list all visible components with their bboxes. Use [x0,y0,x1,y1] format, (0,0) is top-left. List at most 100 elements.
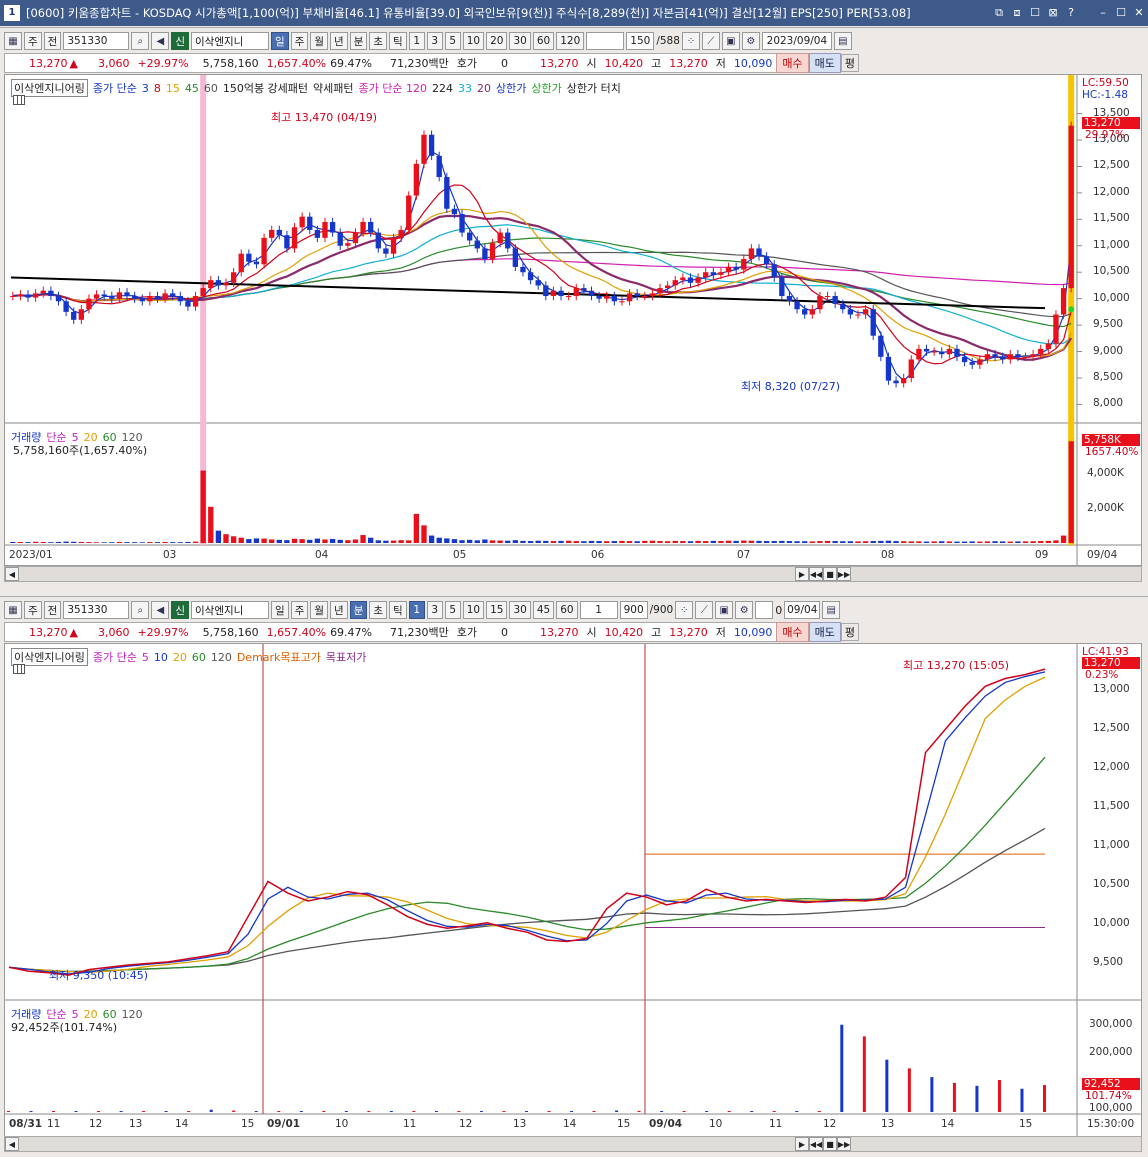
stop-icon[interactable]: ■ [823,567,837,581]
minute-price-chart[interactable]: 이삭엔지니어링 종가 단순 5 10 20 60 120 Demark목표고가 … [4,643,1142,1138]
period-month-2[interactable]: 월 [310,601,329,619]
full-button[interactable]: 전 [43,32,62,50]
daily-price-chart[interactable]: 이삭엔지니어링 종가 단순 3 8 15 45 60 150억봉 강세패턴 약세… [4,74,1142,566]
full-button-2[interactable]: 전 [43,601,62,619]
flat-button[interactable]: 평 [840,54,859,72]
volume-bar [131,542,138,543]
maximize-icon[interactable]: ☐ [1112,5,1130,21]
restore-window-icon[interactable]: ☐ [1026,5,1044,21]
period-day-2[interactable]: 일 [271,601,289,619]
stop-icon-2[interactable]: ■ [823,1137,837,1151]
date-input-2[interactable]: 09/04 [784,601,821,619]
period-minute[interactable]: 분 [349,32,368,50]
sell-button-2[interactable]: 매도 [808,622,841,642]
stock-code-input-2[interactable]: 351330 [63,601,130,619]
min-num-10[interactable]: 10 [462,601,485,619]
volume-bar [284,540,290,543]
minute-scrollbar[interactable]: ◀ ▶ ◀◀ ■ ▶▶ [4,1136,1142,1152]
play-forward-icon-2[interactable]: ▶▶ [837,1137,851,1151]
min-num-5[interactable]: 5 [444,601,461,619]
daily-scrollbar[interactable]: ◀ ▶ ◀◀ ■ ▶▶ [4,566,1142,582]
date-input[interactable]: 2023/09/04 [761,32,832,50]
type-select[interactable]: 주 [24,32,42,50]
period-year-2[interactable]: 년 [330,601,348,619]
num-120[interactable]: 120 [556,32,585,50]
help-icon[interactable]: ? [1062,5,1080,21]
num-10[interactable]: 10 [462,32,485,50]
scroll-left-icon[interactable]: ◀ [5,567,19,581]
num-60[interactable]: 60 [532,32,555,50]
calendar-icon-2[interactable]: ▤ [822,601,841,619]
num-20[interactable]: 20 [486,32,508,50]
scroll-left-icon-2[interactable]: ◀ [5,1137,19,1151]
minimize-icon[interactable]: – [1094,5,1112,21]
period-week-2[interactable]: 주 [290,601,309,619]
num-30[interactable]: 30 [509,32,531,50]
type-select-2[interactable]: 주 [24,601,42,619]
link-window-icon[interactable]: ⧉ [990,5,1008,21]
min-num-3[interactable]: 3 [426,601,443,619]
draw-tool-icon-2[interactable]: ⁘ [675,601,694,619]
buy-button[interactable]: 매수 [776,53,809,73]
scroll-right-icon-2[interactable]: ▶ [795,1137,809,1151]
bar-count-input[interactable]: 150 [626,32,655,50]
indicator-icon-2[interactable]: ⟋ [695,601,714,619]
buy-button-2[interactable]: 매수 [776,622,809,642]
volume-bar [1043,1085,1046,1112]
calendar-icon[interactable]: ▤ [833,32,852,50]
save-icon[interactable]: ▣ [721,32,740,50]
custom-period-input[interactable] [586,32,625,50]
volume-bar [649,540,656,543]
period-tick-2[interactable]: 틱 [389,601,407,619]
volume-bar [434,1111,438,1112]
save-icon-2[interactable]: ▣ [715,601,734,619]
period-second[interactable]: 초 [369,32,388,50]
scroll-right-icon[interactable]: ▶ [795,567,809,581]
candle-body [32,293,39,298]
legend-ma33: 33 [458,81,472,95]
period-day[interactable]: 일 [271,32,289,50]
grid-toggle-icon[interactable] [13,95,25,105]
chart-menu-icon-2[interactable]: ▦ [4,601,22,619]
num-3[interactable]: 3 [426,32,443,50]
num-5[interactable]: 5 [444,32,461,50]
min-num-45[interactable]: 45 [532,601,555,619]
volume-bar [908,541,914,543]
legend-ma60-2: 60 [191,650,206,664]
period-minute-2[interactable]: 분 [349,601,368,619]
min-num-15[interactable]: 15 [486,601,508,619]
play-back-icon[interactable]: ◀◀ [809,567,823,581]
search-icon-2[interactable]: ⌕ [131,601,150,619]
period-month[interactable]: 월 [310,32,329,50]
gear-icon-2[interactable]: ⚙ [735,601,754,619]
pin-window-icon[interactable]: ⊠ [1044,5,1062,21]
chart-menu-icon[interactable]: ▦ [4,32,22,50]
interval-select[interactable]: 1 [579,601,618,619]
tile-window-icon[interactable]: ⧈ [1008,5,1026,21]
min-num-60[interactable]: 60 [556,601,578,619]
close-icon[interactable]: ✕ [1130,5,1148,21]
stock-code-input[interactable]: 351330 [63,32,130,50]
draw-tool-icon[interactable]: ⁘ [681,32,700,50]
play-back-icon-2[interactable]: ◀◀ [809,1137,823,1151]
period-tick[interactable]: 틱 [389,32,407,50]
indicator-icon[interactable]: ⟋ [701,32,720,50]
gear-icon[interactable]: ⚙ [741,32,760,50]
search-icon[interactable]: ⌕ [131,32,150,50]
candle-body [512,248,519,267]
period-year[interactable]: 년 [330,32,348,50]
period-second-2[interactable]: 초 [369,601,388,619]
period-week[interactable]: 주 [290,32,309,50]
num-1[interactable]: 1 [408,32,425,50]
grid-toggle-icon-2[interactable] [13,664,25,674]
speaker-icon-2[interactable]: ◀ [151,601,170,619]
candle-body [664,285,671,289]
sell-button[interactable]: 매도 [808,53,841,73]
flat-button-2[interactable]: 평 [840,623,859,641]
bar-count-input-2[interactable]: 900 [619,601,648,619]
play-forward-icon[interactable]: ▶▶ [837,567,851,581]
min-num-1[interactable]: 1 [408,601,425,619]
min-num-30[interactable]: 30 [509,601,531,619]
speaker-icon[interactable]: ◀ [151,32,170,50]
checkbox-icon[interactable] [755,601,774,619]
